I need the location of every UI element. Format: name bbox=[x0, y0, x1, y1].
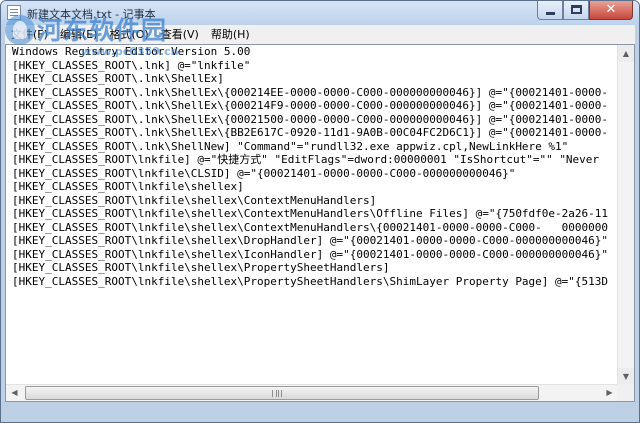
text-line: [HKEY_CLASSES_ROOT\lnkfile\shellex\DropH… bbox=[12, 234, 609, 247]
minimize-button[interactable] bbox=[537, 1, 563, 20]
window-bottom-frame bbox=[5, 402, 635, 420]
text-line: [HKEY_CLASSES_ROOT\lnkfile] @="快捷方式" "Ed… bbox=[12, 153, 600, 166]
text-line: [HKEY_CLASSES_ROOT\lnkfile\shellex\Conte… bbox=[12, 220, 609, 234]
scroll-right-icon[interactable]: ▶ bbox=[601, 385, 618, 401]
text-line: [HKEY_CLASSES_ROOT\.lnk\ShellEx] bbox=[12, 72, 224, 85]
text-line: [HKEY_CLASSES_ROOT\lnkfile\shellex\Conte… bbox=[12, 207, 609, 220]
menu-file[interactable]: 文件(F) bbox=[5, 25, 54, 44]
horizontal-scrollbar[interactable]: ◀ ▶ bbox=[6, 384, 618, 401]
scroll-up-icon[interactable]: ▲ bbox=[618, 45, 634, 62]
horizontal-scroll-thumb[interactable] bbox=[25, 386, 539, 400]
menu-bar: 文件(F) 编辑(E) 格式(O) 查看(V) 帮助(H) bbox=[5, 25, 635, 44]
text-content[interactable]: Windows Registry Editor Version 5.00 [HK… bbox=[12, 45, 616, 401]
menu-help[interactable]: 帮助(H) bbox=[205, 25, 256, 44]
text-line: [HKEY_CLASSES_ROOT\lnkfile\shellex\IconH… bbox=[12, 247, 609, 261]
notepad-icon[interactable] bbox=[7, 5, 21, 20]
text-line: [HKEY_CLASSES_ROOT\.lnk\ShellNew] "Comma… bbox=[12, 139, 569, 153]
text-line: [HKEY_CLASSES_ROOT\lnkfile\CLSID] @="{00… bbox=[12, 166, 516, 180]
text-line: [HKEY_CLASSES_ROOT\lnkfile\shellex\Prope… bbox=[12, 274, 609, 288]
title-bar[interactable]: 新建文本文档.txt - 记事本 ✕ bbox=[1, 1, 639, 25]
notepad-window: 新建文本文档.txt - 记事本 ✕ 文件(F) 编辑(E) 格式(O) 查看(… bbox=[0, 0, 640, 423]
grip-icon bbox=[272, 390, 282, 397]
text-line: [HKEY_CLASSES_ROOT\.lnk] @="lnkfile" bbox=[12, 58, 251, 72]
maximize-icon bbox=[571, 5, 582, 14]
scroll-down-icon[interactable]: ▼ bbox=[618, 368, 634, 385]
text-line: [HKEY_CLASSES_ROOT\lnkfile\shellex] bbox=[12, 180, 244, 193]
window-title: 新建文本文档.txt - 记事本 bbox=[27, 8, 156, 21]
scroll-left-icon[interactable]: ◀ bbox=[6, 385, 23, 401]
scrollbar-corner bbox=[617, 384, 634, 401]
close-icon: ✕ bbox=[605, 2, 617, 17]
close-button[interactable]: ✕ bbox=[589, 1, 633, 20]
text-line: [HKEY_CLASSES_ROOT\lnkfile\shellex\Conte… bbox=[12, 193, 377, 207]
text-line: [HKEY_CLASSES_ROOT\.lnk\ShellEx\{0002150… bbox=[12, 112, 609, 126]
text-line: [HKEY_CLASSES_ROOT\.lnk\ShellEx\{BB2E617… bbox=[12, 126, 609, 139]
text-line: [HKEY_CLASSES_ROOT\lnkfile\shellex\Prope… bbox=[12, 261, 390, 274]
menu-format[interactable]: 格式(O) bbox=[103, 25, 154, 44]
window-controls: ✕ bbox=[537, 1, 633, 20]
text-line: [HKEY_CLASSES_ROOT\.lnk\ShellEx\{000214F… bbox=[12, 99, 609, 112]
text-line: Windows Registry Editor Version 5.00 bbox=[12, 45, 251, 58]
vertical-scrollbar[interactable]: ▲ ▼ bbox=[617, 45, 634, 385]
text-line: [HKEY_CLASSES_ROOT\.lnk\ShellEx\{000214E… bbox=[12, 85, 609, 99]
menu-edit[interactable]: 编辑(E) bbox=[54, 25, 104, 44]
text-editor[interactable]: Windows Registry Editor Version 5.00 [HK… bbox=[5, 44, 635, 402]
menu-view[interactable]: 查看(V) bbox=[155, 25, 205, 44]
maximize-button[interactable] bbox=[563, 1, 589, 20]
minimize-icon bbox=[546, 12, 555, 15]
